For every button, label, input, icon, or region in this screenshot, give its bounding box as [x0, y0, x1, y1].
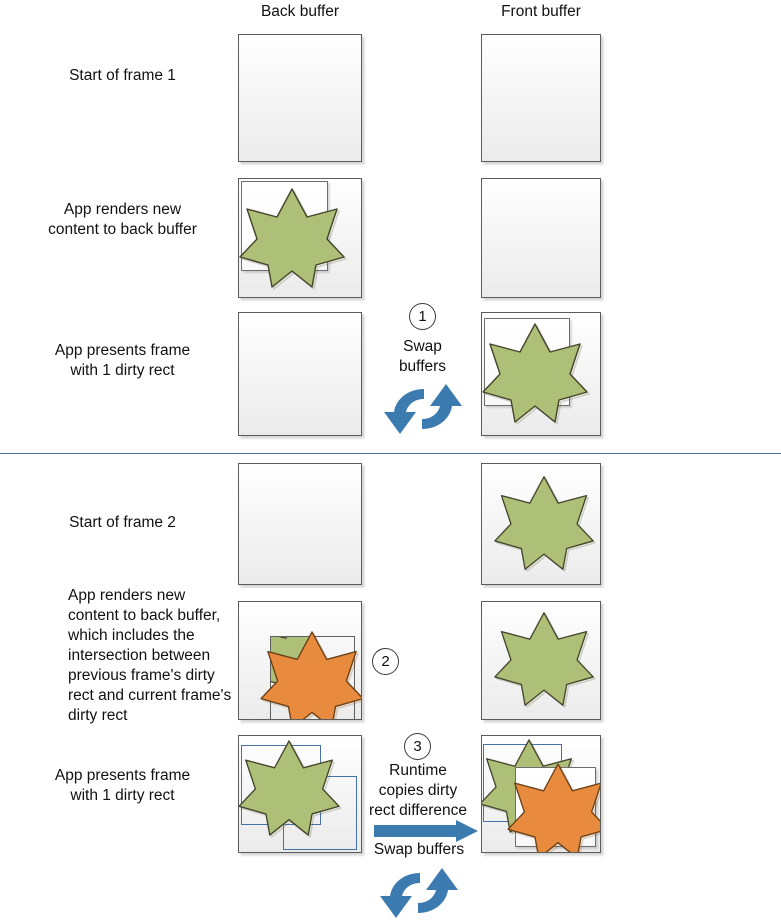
star-orange-row6-front	[506, 762, 600, 852]
row-caption-start-of-frame-2: Start of frame 2	[69, 514, 176, 531]
buffer-back-row5	[238, 601, 362, 720]
buffer-front-row1	[481, 34, 601, 162]
star-green-row4	[493, 473, 596, 573]
step-label-line: rect difference	[369, 802, 467, 819]
row-caption-line: with 1 dirty rect	[70, 787, 175, 804]
buffer-back-row6	[238, 735, 362, 853]
buffer-front-row2	[481, 178, 601, 298]
step-label-line: Swap	[403, 338, 442, 355]
row-caption-line: App renders new	[63, 201, 182, 218]
buffer-back-row4	[238, 463, 362, 585]
row-caption-app-presents-frame-2: App presents frame with 1 dirty rect	[20, 766, 225, 806]
buffer-front-row6	[481, 735, 601, 853]
row-caption-app-renders-frame-2: App renders new content to back buffer, …	[68, 587, 232, 724]
right-arrow-icon	[374, 820, 478, 842]
step-3-label: Runtime copies dirty rect difference	[363, 761, 473, 821]
column-header-front-buffer: Front buffer	[501, 3, 581, 20]
row-caption-start-of-frame-1: Start of frame 1	[69, 67, 176, 84]
row-caption-app-presents-frame-1: App presents frame with 1 dirty rect	[20, 341, 225, 381]
swap-buffers-icon	[380, 378, 466, 440]
step-3-swap-label: Swap buffers	[373, 841, 465, 858]
star-green-row2	[238, 187, 347, 290]
step-label-line: copies dirty	[378, 782, 458, 799]
row-caption-line: content to back buffer	[48, 221, 197, 238]
section-divider	[0, 453, 781, 454]
step-1-label: Swap buffers	[381, 337, 464, 377]
star-green-row6-back	[239, 739, 342, 838]
column-header-back-buffer: Back buffer	[260, 3, 340, 20]
row-caption-line: with 1 dirty rect	[70, 362, 175, 379]
step-label-line: buffers	[398, 358, 447, 375]
buffer-front-row5	[481, 601, 601, 720]
step-marker-3: 3	[404, 733, 431, 760]
buffer-front-row3	[481, 312, 601, 436]
diagram-canvas: Back buffer Front buffer Start of frame …	[0, 0, 781, 918]
row-caption-app-renders-frame-1: App renders new content to back buffer	[20, 200, 225, 240]
step-label-line: Runtime	[389, 762, 447, 779]
star-orange-row5	[259, 630, 361, 719]
buffer-back-row3	[238, 312, 362, 436]
row-caption-line: App presents frame	[54, 767, 191, 784]
row-caption-line: App presents frame	[54, 342, 191, 359]
buffer-back-row2	[238, 178, 362, 298]
step-marker-2: 2	[372, 648, 399, 675]
star-green-row5-front	[493, 610, 596, 708]
buffer-back-row1	[238, 34, 362, 162]
step-marker-1: 1	[409, 303, 436, 330]
star-green-row3	[481, 322, 590, 425]
buffer-front-row4	[481, 463, 601, 585]
